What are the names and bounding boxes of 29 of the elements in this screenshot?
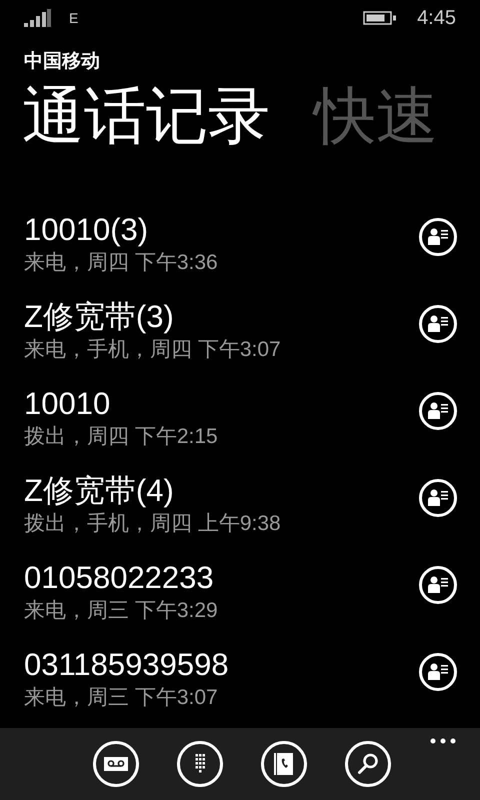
contact-details-icon[interactable] [418,304,458,344]
signal-icon [24,9,52,27]
caller-name[interactable]: 031185939598 [24,646,229,684]
call-details: 来电，手机，周四 下午3:07 [24,337,281,363]
contact-details-icon[interactable] [418,565,458,605]
caller-name[interactable]: 10010(3) [24,211,148,249]
contact-details-icon[interactable] [418,478,458,518]
contact-details-icon[interactable] [418,217,458,257]
call-details: 来电，周三 下午3:29 [24,598,218,624]
network-type: E [69,8,78,28]
phone-book-icon[interactable] [260,740,308,788]
clock-time: 4:45 [417,6,456,31]
search-icon[interactable] [344,740,392,788]
caller-name[interactable]: Z修宽带(4) [24,472,174,510]
voicemail-icon[interactable] [92,740,140,788]
call-details: 来电，周四 下午3:36 [24,250,218,276]
pivot-header[interactable]: 通话记录 [22,78,270,154]
caller-name[interactable]: Z修宽带(3) [24,298,174,336]
caller-name[interactable]: 01058022233 [24,559,214,597]
call-details: 拨出，手机，周四 上午9:38 [24,511,281,537]
call-details: 拨出，周四 下午2:15 [24,424,218,450]
more-icon[interactable] [430,738,456,744]
caller-name[interactable]: 10010 [24,385,110,423]
contact-details-icon[interactable] [418,652,458,692]
call-details: 来电，周三 下午3:07 [24,685,218,711]
battery-icon [363,11,398,25]
carrier-name: 中国移动 [23,50,101,74]
keypad-icon[interactable] [176,740,224,788]
contact-details-icon[interactable] [418,391,458,431]
